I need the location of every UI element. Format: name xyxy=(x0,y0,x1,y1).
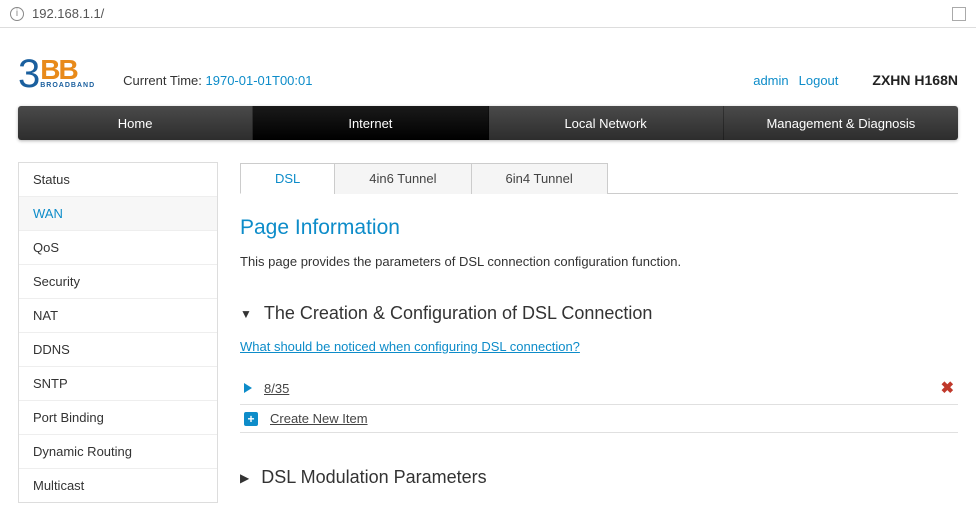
admin-link[interactable]: admin xyxy=(753,73,788,88)
connection-item-label: 8/35 xyxy=(264,381,289,396)
sidenav-item-wan[interactable]: WAN xyxy=(19,197,217,231)
section-title: The Creation & Configuration of DSL Conn… xyxy=(264,303,653,324)
section-title: DSL Modulation Parameters xyxy=(261,467,486,488)
sidenav-item-multicast[interactable]: Multicast xyxy=(19,469,217,502)
device-model: ZXHN H168N xyxy=(872,72,958,88)
logo-broadband: BROADBAND xyxy=(40,82,95,89)
sidenav-item-port-binding[interactable]: Port Binding xyxy=(19,401,217,435)
sidenav-item-sntp[interactable]: SNTP xyxy=(19,367,217,401)
topnav-item-local-network[interactable]: Local Network xyxy=(489,106,724,140)
play-icon xyxy=(244,383,252,393)
page-header: 3 BB BROADBAND Current Time: 1970-01-01T… xyxy=(18,54,958,94)
tab-dsl[interactable]: DSL xyxy=(240,163,335,194)
help-link[interactable]: What should be noticed when configuring … xyxy=(240,339,580,354)
logo-numeral: 3 xyxy=(18,54,40,94)
triangle-right-icon: ▶ xyxy=(240,471,249,485)
current-time-value: 1970-01-01T00:01 xyxy=(206,73,313,88)
sidenav-item-nat[interactable]: NAT xyxy=(19,299,217,333)
topnav-item-internet[interactable]: Internet xyxy=(253,106,488,140)
plus-icon: + xyxy=(244,412,258,426)
side-navigation: StatusWANQoSSecurityNATDDNSSNTPPort Bind… xyxy=(18,162,218,503)
connection-item-row[interactable]: 8/35 ✖ xyxy=(240,372,958,405)
url-text[interactable]: 192.168.1.1/ xyxy=(32,6,952,21)
sidenav-item-ddns[interactable]: DDNS xyxy=(19,333,217,367)
topnav-item-management-diagnosis[interactable]: Management & Diagnosis xyxy=(724,106,958,140)
page-description: This page provides the parameters of DSL… xyxy=(240,254,958,269)
current-time-label: Current Time: xyxy=(123,73,205,88)
tab-bar: DSL4in6 Tunnel6in4 Tunnel xyxy=(240,162,958,194)
logout-link[interactable]: Logout xyxy=(799,73,839,88)
info-icon: i xyxy=(10,7,24,21)
sidenav-item-dynamic-routing[interactable]: Dynamic Routing xyxy=(19,435,217,469)
page-title: Page Information xyxy=(240,216,958,240)
main-content: DSL4in6 Tunnel6in4 Tunnel Page Informati… xyxy=(240,162,958,503)
logo-bb: BB xyxy=(40,59,95,81)
sidenav-item-status[interactable]: Status xyxy=(19,163,217,197)
create-new-item-row[interactable]: + Create New Item xyxy=(240,405,958,433)
topnav-item-home[interactable]: Home xyxy=(18,106,253,140)
browser-address-bar: i 192.168.1.1/ xyxy=(0,0,976,28)
section-dsl-connection-header[interactable]: ▼ The Creation & Configuration of DSL Co… xyxy=(240,303,958,324)
triangle-down-icon: ▼ xyxy=(240,307,252,321)
sidenav-item-security[interactable]: Security xyxy=(19,265,217,299)
section-dsl-modulation-header[interactable]: ▶ DSL Modulation Parameters xyxy=(240,467,958,488)
reader-icon[interactable] xyxy=(952,7,966,21)
delete-icon[interactable]: ✖ xyxy=(941,378,954,398)
brand-logo: 3 BB BROADBAND xyxy=(18,54,95,94)
tab-6in4-tunnel[interactable]: 6in4 Tunnel xyxy=(471,163,608,194)
create-new-item-label: Create New Item xyxy=(270,411,368,426)
tab-4in6-tunnel[interactable]: 4in6 Tunnel xyxy=(334,163,471,194)
top-navigation: HomeInternetLocal NetworkManagement & Di… xyxy=(18,106,958,140)
current-time: Current Time: 1970-01-01T00:01 xyxy=(123,73,312,88)
sidenav-item-qos[interactable]: QoS xyxy=(19,231,217,265)
